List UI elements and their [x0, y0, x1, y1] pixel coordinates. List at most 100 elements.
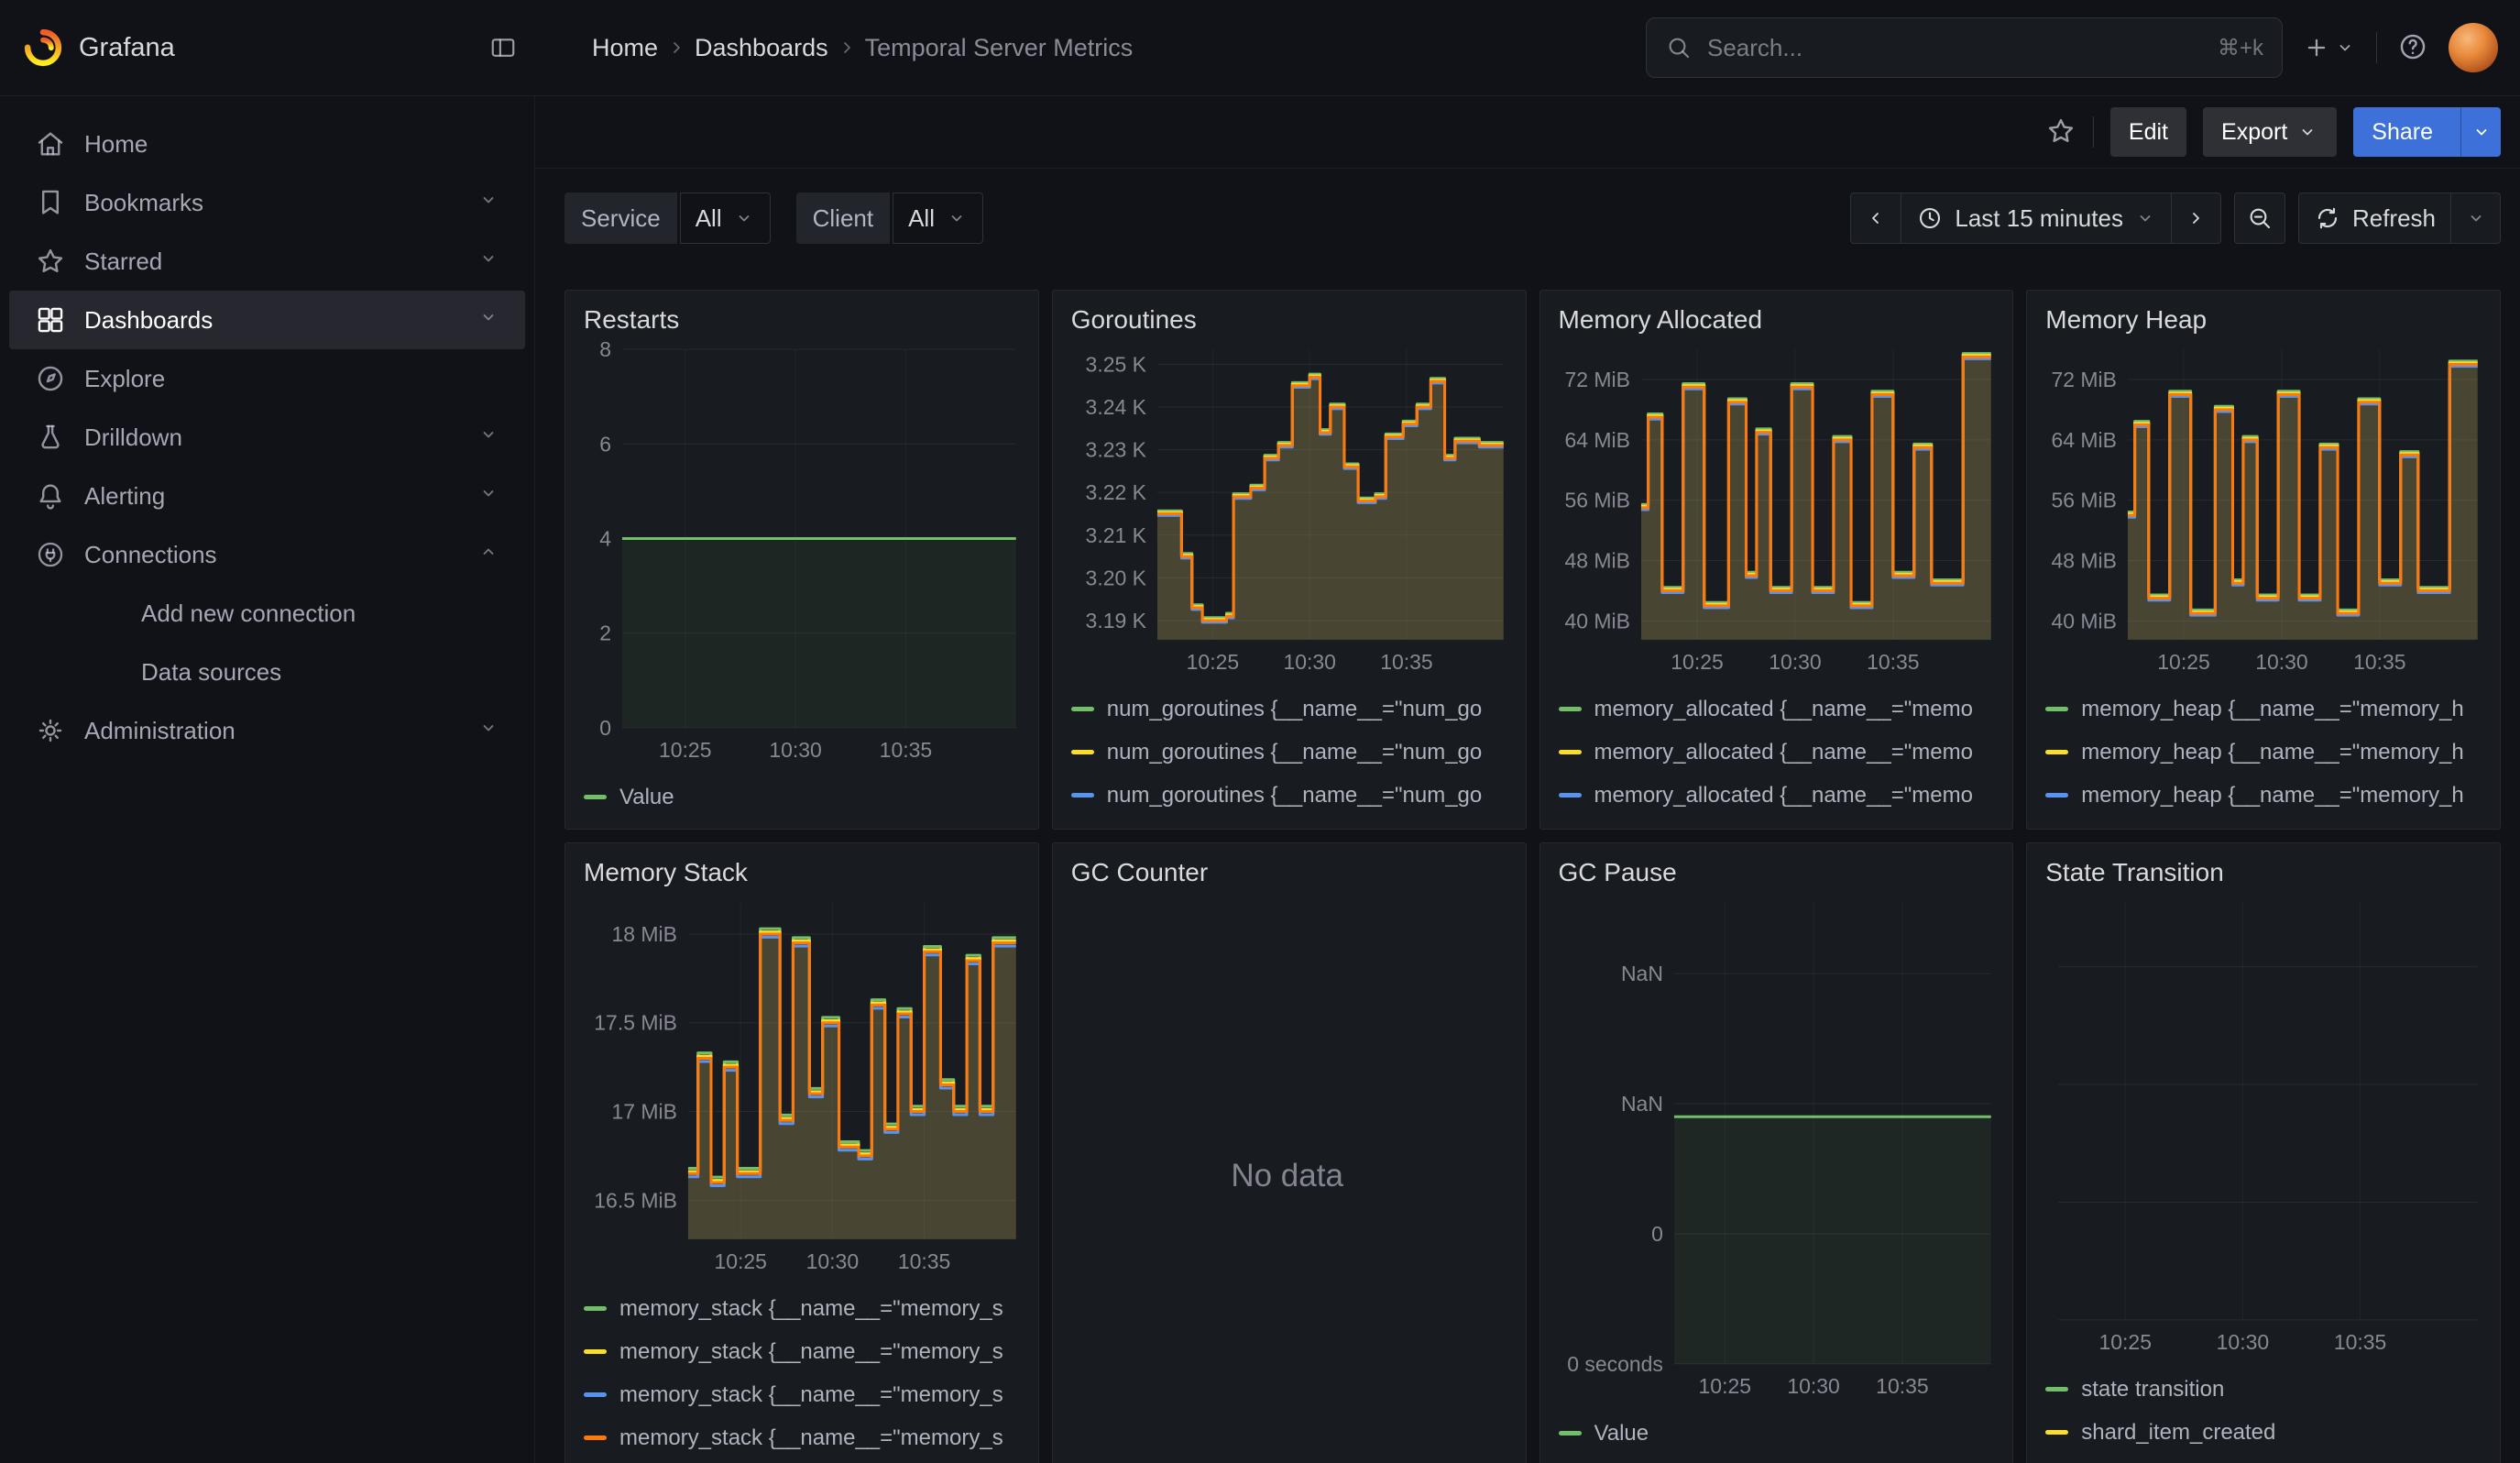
chart-goroutines[interactable]: 3.25 K3.24 K3.23 K3.22 K3.21 K3.20 K3.19… — [1062, 340, 1513, 682]
sidebar-item-explore[interactable]: Explore — [9, 349, 525, 408]
grafana-logo-icon[interactable] — [22, 27, 64, 69]
sidebar-item-bookmarks[interactable]: Bookmarks — [9, 173, 525, 232]
legend-memory-allocated: memory_allocated {__name__="memomemory_a… — [1540, 682, 2013, 829]
time-shift-forward-button[interactable] — [2171, 193, 2220, 243]
chevron-down-icon[interactable] — [477, 306, 499, 335]
chart-gc-counter[interactable]: No data — [1062, 893, 1513, 1459]
panel-title[interactable]: Restarts — [565, 291, 1038, 340]
share-options-caret[interactable] — [2460, 107, 2501, 157]
sidebar-item-alerting[interactable]: Alerting — [9, 467, 525, 525]
share-button[interactable]: Share — [2353, 107, 2501, 157]
legend-item[interactable]: state transition — [2045, 1368, 2482, 1411]
legend-item[interactable]: num_goroutines {__name__="num_go — [1071, 688, 1507, 731]
zoom-out-button[interactable] — [2234, 192, 2285, 244]
chevron-down-icon — [2334, 37, 2356, 59]
series-color-mark — [1559, 793, 1582, 798]
refresh-button[interactable]: Refresh — [2299, 193, 2450, 243]
legend-item[interactable]: memory_stack {__name__="memory_s — [584, 1373, 1020, 1416]
chevron-up-icon[interactable] — [477, 541, 499, 569]
service-filter-value[interactable]: All — [680, 192, 771, 244]
chevron-down-icon[interactable] — [477, 424, 499, 452]
breadcrumb-dashboards[interactable]: Dashboards — [695, 34, 828, 62]
svg-text:48 MiB: 48 MiB — [2052, 549, 2118, 573]
svg-text:10:30: 10:30 — [1283, 650, 1335, 674]
legend-item[interactable]: num_goroutines {__name__="num_go — [1071, 774, 1507, 817]
svg-text:10:25: 10:25 — [2158, 650, 2210, 674]
panel-gc-counter: GC Counter No data — [1052, 842, 1527, 1463]
sidebar-toggle-button[interactable] — [489, 34, 517, 61]
chart-memory-stack[interactable]: 18 MiB17.5 MiB17 MiB16.5 MiB10:2510:3010… — [575, 893, 1025, 1282]
user-avatar[interactable] — [2449, 23, 2498, 72]
panel-title[interactable]: Memory Heap — [2027, 291, 2500, 340]
chevron-down-icon — [2134, 207, 2156, 229]
chevron-down-icon[interactable] — [477, 717, 499, 745]
legend-item[interactable]: memory_heap {__name__="memory_h — [2045, 688, 2482, 731]
sidebar-item-add-new-connection[interactable]: Add new connection — [9, 584, 525, 643]
panel-title[interactable]: GC Counter — [1053, 843, 1526, 893]
chevron-down-icon[interactable] — [477, 482, 499, 511]
service-filter-label[interactable]: Service — [564, 192, 677, 244]
svg-text:56 MiB: 56 MiB — [1564, 489, 1630, 512]
search-input[interactable]: ⌘+k — [1646, 17, 2283, 78]
edit-button[interactable]: Edit — [2110, 107, 2186, 157]
breadcrumb-home[interactable]: Home — [592, 34, 658, 62]
help-button[interactable] — [2397, 31, 2428, 65]
panel-title[interactable]: Memory Stack — [565, 843, 1038, 893]
favorite-star-button[interactable] — [2045, 116, 2076, 149]
panel-title[interactable]: State Transition — [2027, 843, 2500, 893]
sidebar-item-connections[interactable]: Connections — [9, 525, 525, 584]
time-range-picker[interactable]: Last 15 minutes — [1901, 193, 2171, 243]
star-icon — [35, 246, 66, 277]
search-field[interactable] — [1707, 34, 2203, 62]
chart-memory-allocated[interactable]: 72 MiB64 MiB56 MiB48 MiB40 MiB10:2510:30… — [1550, 340, 2000, 682]
legend-item[interactable]: shard_item_created — [2045, 1411, 2482, 1454]
svg-text:3.22 K: 3.22 K — [1085, 480, 1146, 504]
dashboards-icon — [35, 304, 66, 336]
legend-item[interactable]: memory_stack {__name__="memory_s — [584, 1287, 1020, 1330]
legend-item[interactable]: memory_heap {__name__="memory_h — [2045, 774, 2482, 817]
svg-text:56 MiB: 56 MiB — [2052, 489, 2118, 512]
home-icon — [35, 128, 66, 160]
legend-item[interactable]: memory_allocated {__name__="memo — [1559, 731, 1995, 774]
legend-item[interactable]: memory_heap {__name__="memory_h — [2045, 731, 2482, 774]
legend-item[interactable]: memory_allocated {__name__="memo — [1559, 774, 1995, 817]
panel-title[interactable]: GC Pause — [1540, 843, 2013, 893]
svg-text:0: 0 — [599, 716, 611, 740]
legend-item[interactable]: Value — [1559, 1412, 1995, 1455]
series-label: memory_heap {__name__="memory_h — [2081, 783, 2463, 808]
chevron-down-icon[interactable] — [477, 248, 499, 276]
sidebar-item-data-sources[interactable]: Data sources — [9, 643, 525, 701]
svg-text:0: 0 — [1651, 1222, 1663, 1246]
sidebar-item-dashboards[interactable]: Dashboards — [9, 291, 525, 349]
panel-title[interactable]: Memory Allocated — [1540, 291, 2013, 340]
refresh-interval-caret[interactable] — [2450, 193, 2500, 243]
series-label: memory_allocated {__name__="memo — [1594, 826, 1973, 830]
client-filter-value[interactable]: All — [893, 192, 983, 244]
legend-item[interactable]: Value — [584, 776, 1020, 819]
legend-item[interactable]: num_goroutines {__name__="num_go — [1071, 731, 1507, 774]
export-button[interactable]: Export — [2203, 107, 2337, 157]
sidebar-item-administration[interactable]: Administration — [9, 701, 525, 760]
series-label: memory_allocated {__name__="memo — [1594, 783, 1973, 808]
svg-text:3.20 K: 3.20 K — [1085, 566, 1146, 589]
legend-item[interactable]: num_goroutines {__name__="num_go — [1071, 817, 1507, 829]
legend-item[interactable]: memory_heap {__name__="memory_h — [2045, 817, 2482, 829]
series-color-mark — [1071, 793, 1094, 798]
chevron-down-icon[interactable] — [477, 189, 499, 217]
client-filter-label[interactable]: Client — [796, 192, 890, 244]
sidebar-item-starred[interactable]: Starred — [9, 232, 525, 291]
svg-text:10:30: 10:30 — [1787, 1374, 1839, 1398]
chart-restarts[interactable]: 8642010:2510:3010:35 — [575, 340, 1025, 770]
legend-item[interactable]: memory_allocated {__name__="memo — [1559, 817, 1995, 829]
sidebar-item-home[interactable]: Home — [9, 115, 525, 173]
add-button[interactable] — [2303, 34, 2356, 61]
chart-gc-pause[interactable]: NaNNaN00 seconds10:2510:3010:35 — [1550, 893, 2000, 1406]
legend-item[interactable]: memory_allocated {__name__="memo — [1559, 688, 1995, 731]
time-shift-back-button[interactable] — [1851, 193, 1901, 243]
chart-memory-heap[interactable]: 72 MiB64 MiB56 MiB48 MiB40 MiB10:2510:30… — [2036, 340, 2487, 682]
chart-state-transition[interactable]: 10:2510:3010:35 — [2036, 893, 2487, 1362]
legend-item[interactable]: memory_stack {__name__="memory_s — [584, 1330, 1020, 1373]
legend-item[interactable]: memory_stack {__name__="memory_s — [584, 1416, 1020, 1459]
panel-title[interactable]: Goroutines — [1053, 291, 1526, 340]
sidebar-item-drilldown[interactable]: Drilldown — [9, 408, 525, 467]
